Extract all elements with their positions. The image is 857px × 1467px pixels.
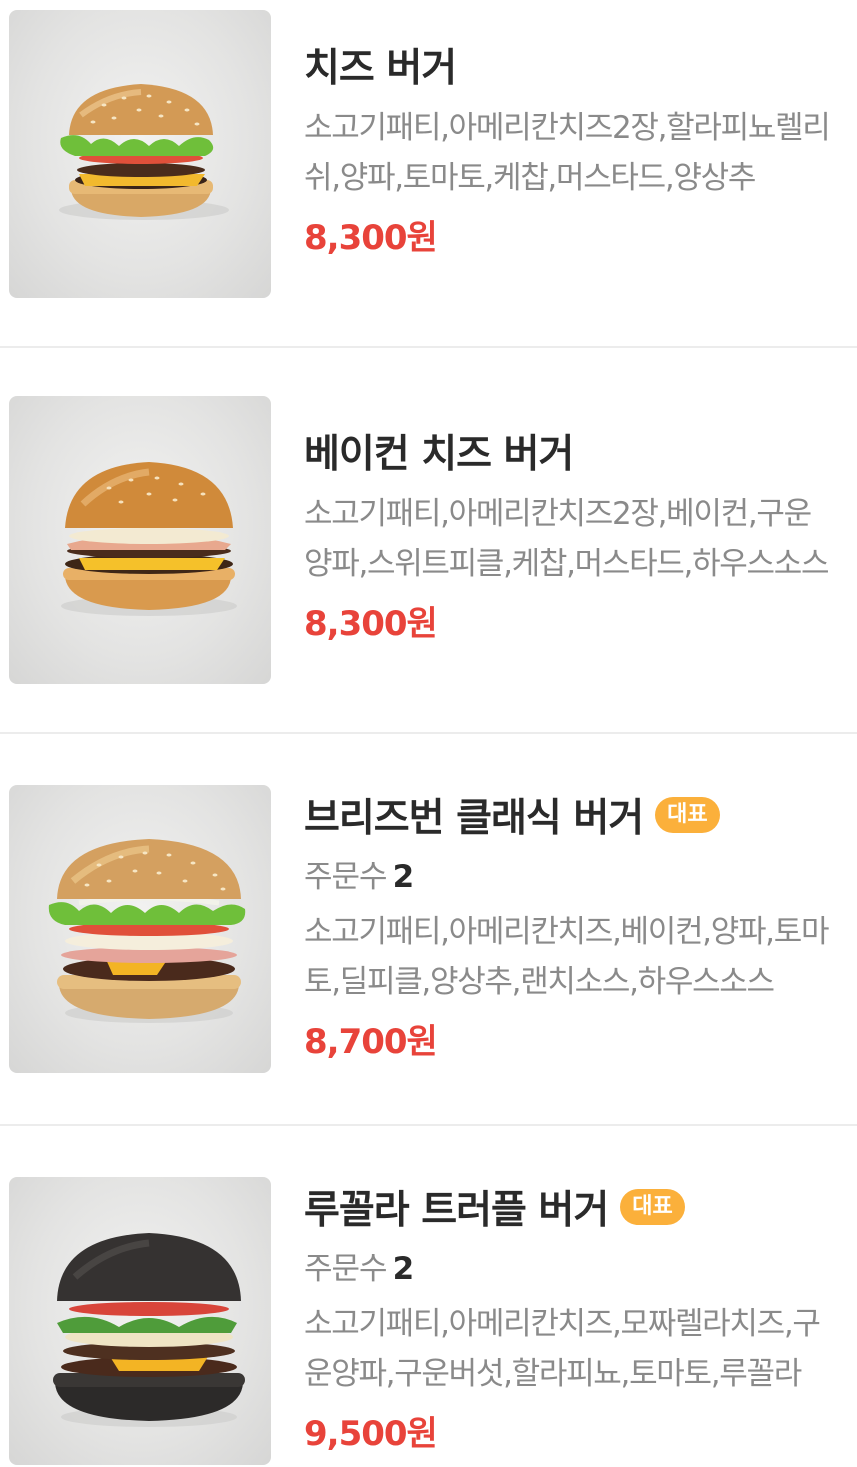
order-count: 주문수 2 xyxy=(304,855,834,899)
title-row: 치즈 버거 xyxy=(304,35,834,95)
menu-item-name: 치즈 버거 xyxy=(304,46,457,91)
menu-item-price: 8,300원 xyxy=(304,604,438,644)
menu-item-name: 루꼴라 트러플 버거 xyxy=(304,1188,609,1233)
menu-item-info: 브리즈번 클래식 버거 대표 주문수 2 소고기패티,아메리칸치즈,베이컨,양파,… xyxy=(304,785,834,1067)
menu-item-info: 베이컨 치즈 버거 소고기패티,아메리칸치즈2장,베이컨,구운양파,스위트피클,… xyxy=(304,421,834,649)
menu-item-bacon-cheese-burger[interactable]: 베이컨 치즈 버거 소고기패티,아메리칸치즈2장,베이컨,구운양파,스위트피클,… xyxy=(0,396,857,686)
bacon-cheese-burger-image[interactable] xyxy=(9,396,271,684)
menu-item-info: 치즈 버거 소고기패티,아메리칸치즈2장,할라피뇨렐리쉬,양파,토마토,케찹,머… xyxy=(304,35,834,263)
divider xyxy=(0,346,857,348)
menu-item-description: 소고기패티,아메리칸치즈2장,할라피뇨렐리쉬,양파,토마토,케찹,머스타드,양상… xyxy=(304,110,831,196)
title-row: 루꼴라 트러플 버거 대표 xyxy=(304,1177,834,1237)
title-row: 베이컨 치즈 버거 xyxy=(304,421,834,481)
title-row: 브리즈번 클래식 버거 대표 xyxy=(304,785,834,845)
menu-item-price: 8,300원 xyxy=(304,218,438,258)
order-count-label: 주문수 xyxy=(304,859,388,895)
divider xyxy=(0,1124,857,1126)
cheese-burger-image[interactable] xyxy=(9,10,271,298)
menu-item-arugula-truffle-burger[interactable]: 루꼴라 트러플 버거 대표 주문수 2 소고기패티,아메리칸치즈,모짜렐라치즈,구… xyxy=(0,1177,857,1467)
order-count-value: 2 xyxy=(392,1251,415,1287)
menu-list: 치즈 버거 소고기패티,아메리칸치즈2장,할라피뇨렐리쉬,양파,토마토,케찹,머… xyxy=(0,0,857,1467)
order-count-label: 주문수 xyxy=(304,1251,388,1287)
menu-item-description: 소고기패티,아메리칸치즈,베이컨,양파,토마토,딜피클,양상추,랜치소스,하우스… xyxy=(304,914,829,1000)
menu-item-name: 브리즈번 클래식 버거 xyxy=(304,796,644,841)
signature-badge: 대표 xyxy=(620,1189,685,1225)
signature-badge: 대표 xyxy=(655,797,720,833)
menu-item-brisbane-classic-burger[interactable]: 브리즈번 클래식 버거 대표 주문수 2 소고기패티,아메리칸치즈,베이컨,양파,… xyxy=(0,785,857,1075)
menu-item-cheese-burger[interactable]: 치즈 버거 소고기패티,아메리칸치즈2장,할라피뇨렐리쉬,양파,토마토,케찹,머… xyxy=(0,10,857,300)
menu-item-description: 소고기패티,아메리칸치즈,모짜렐라치즈,구운양파,구운버섯,할라피뇨,토마토,루… xyxy=(304,1306,821,1392)
menu-item-info: 루꼴라 트러플 버거 대표 주문수 2 소고기패티,아메리칸치즈,모짜렐라치즈,구… xyxy=(304,1177,834,1459)
menu-item-price: 8,700원 xyxy=(304,1022,438,1062)
divider xyxy=(0,732,857,734)
menu-item-price: 9,500원 xyxy=(304,1414,438,1454)
order-count: 주문수 2 xyxy=(304,1247,834,1291)
order-count-value: 2 xyxy=(392,859,415,895)
brisbane-classic-burger-image[interactable] xyxy=(9,785,271,1073)
menu-item-name: 베이컨 치즈 버거 xyxy=(304,432,574,477)
menu-item-description: 소고기패티,아메리칸치즈2장,베이컨,구운양파,스위트피클,케찹,머스타드,하우… xyxy=(304,496,829,582)
arugula-truffle-burger-image[interactable] xyxy=(9,1177,271,1465)
